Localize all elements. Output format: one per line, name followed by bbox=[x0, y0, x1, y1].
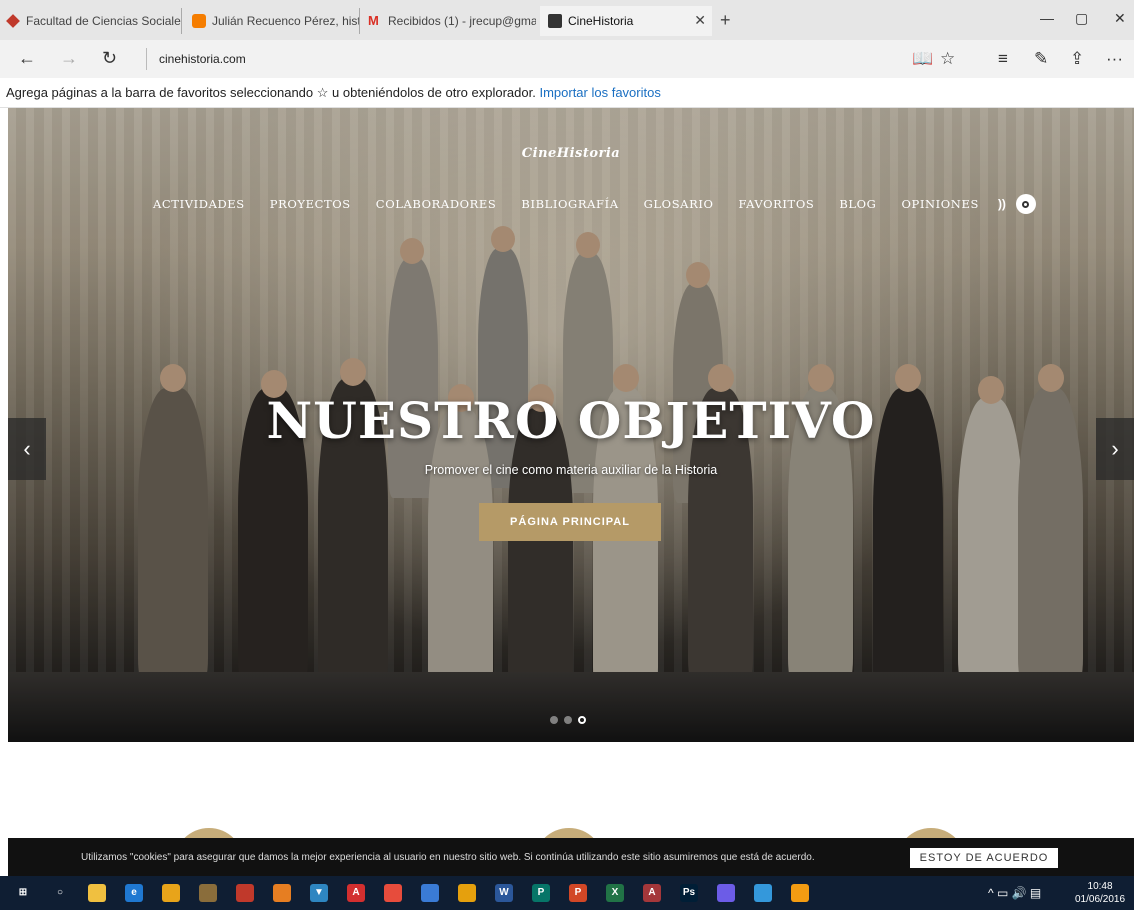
tab-label: Julián Recuenco Pérez, histc bbox=[212, 14, 360, 28]
import-favorites-link[interactable]: Importar los favoritos bbox=[539, 85, 660, 100]
menu-item-actividades[interactable]: ACTIVIDADES bbox=[153, 197, 245, 211]
restore-button[interactable]: ▢ bbox=[1075, 10, 1088, 27]
app-icon[interactable] bbox=[236, 884, 254, 902]
address-bar[interactable]: cinehistoria.com bbox=[146, 48, 886, 70]
cookie-text: Utilizamos "cookies" para asegurar que d… bbox=[81, 852, 815, 863]
minimize-button[interactable]: — bbox=[1040, 10, 1054, 26]
site-logo[interactable]: CineHistoria bbox=[8, 146, 1134, 161]
menu-item-bibliografia[interactable]: BIBLIOGRAFÍA bbox=[521, 197, 618, 211]
access-icon[interactable]: A bbox=[643, 884, 661, 902]
gmail-icon: M bbox=[368, 13, 379, 28]
clock[interactable]: 10:48 01/06/2016 bbox=[1075, 880, 1125, 906]
app-icon[interactable] bbox=[199, 884, 217, 902]
new-tab-button[interactable]: + bbox=[720, 10, 731, 31]
home-page-button[interactable]: PÁGINA PRINCIPAL bbox=[479, 503, 661, 541]
hero-subtitle: Promover el cine como materia auxiliar d… bbox=[424, 463, 718, 477]
tab-gmail[interactable]: M Recibidos (1) - jrecup@gma bbox=[368, 8, 536, 34]
hero-title: NUESTRO OBJETIVO bbox=[266, 391, 876, 450]
tab-strip: Facultad de Ciencias Sociale Julián Recu… bbox=[0, 0, 1134, 40]
favorite-star-icon[interactable]: ☆ bbox=[940, 49, 955, 69]
menu-item-colaboradores[interactable]: COLABORADORES bbox=[376, 197, 497, 211]
menu-item-proyectos[interactable]: PROYECTOS bbox=[270, 197, 351, 211]
reading-view-icon[interactable]: 📖 bbox=[912, 49, 933, 69]
windows-start-icon[interactable]: ⊞ bbox=[14, 884, 32, 902]
refresh-button[interactable]: ↻ bbox=[102, 48, 117, 69]
cookie-banner: Utilizamos "cookies" para asegurar que d… bbox=[8, 838, 1134, 876]
share-icon[interactable]: ⇪ bbox=[1070, 49, 1084, 69]
web-note-icon[interactable]: ✎ bbox=[1034, 49, 1048, 69]
app-icon[interactable] bbox=[273, 884, 291, 902]
edge-icon[interactable]: e bbox=[125, 884, 143, 902]
blogger-icon bbox=[192, 14, 206, 28]
close-window-button[interactable]: ✕ bbox=[1114, 10, 1126, 27]
favorites-bar-text: Agrega páginas a la barra de favoritos s… bbox=[6, 85, 536, 100]
tab-facultad[interactable]: Facultad de Ciencias Sociale bbox=[6, 8, 182, 34]
menu-item-opiniones[interactable]: OPINIONES bbox=[901, 197, 978, 211]
tab-label: CineHistoria bbox=[568, 14, 634, 28]
hub-icon[interactable]: ≡ bbox=[998, 49, 1008, 69]
system-tray[interactable]: ^ ▭ 🔊 ▤ bbox=[988, 886, 1041, 900]
rss-icon[interactable]: )) bbox=[998, 197, 1006, 211]
word-icon[interactable]: W bbox=[495, 884, 513, 902]
taskbar: ⊞ ○ e ▼ A W P P X A Ps ^ ▭ 🔊 ▤ 10:48 01/06/2016 bbox=[0, 876, 1134, 910]
slider-prev-button[interactable]: ‹ bbox=[8, 418, 46, 480]
slider-next-button[interactable]: › bbox=[1096, 418, 1134, 480]
app-icon[interactable] bbox=[421, 884, 439, 902]
excel-icon[interactable]: X bbox=[606, 884, 624, 902]
tab-blogger[interactable]: Julián Recuenco Pérez, histc bbox=[192, 8, 360, 34]
app-icon[interactable] bbox=[791, 884, 809, 902]
app-icon[interactable] bbox=[754, 884, 772, 902]
menu-item-blog[interactable]: BLOG bbox=[839, 197, 876, 211]
back-button[interactable]: ← bbox=[18, 48, 36, 69]
close-tab-icon[interactable]: ✕ bbox=[694, 12, 706, 29]
clock-date: 01/06/2016 bbox=[1075, 894, 1126, 905]
main-menu: ACTIVIDADES PROYECTOS COLABORADORES BIBL… bbox=[153, 194, 1036, 214]
hero-slider: CineHistoria ACTIVIDADES PROYECTOS COLAB… bbox=[8, 108, 1134, 742]
slider-dots bbox=[550, 716, 586, 724]
chrome-icon[interactable] bbox=[162, 884, 180, 902]
favorites-bar: Agrega páginas a la barra de favoritos s… bbox=[0, 78, 1134, 108]
more-icon[interactable]: ··· bbox=[1106, 49, 1123, 69]
cinehistoria-favicon-icon bbox=[548, 14, 562, 28]
tab-label: Recibidos (1) - jrecup@gma bbox=[388, 14, 536, 28]
file-explorer-icon[interactable] bbox=[88, 884, 106, 902]
powerpoint-icon[interactable]: P bbox=[569, 884, 587, 902]
photoshop-icon[interactable]: Ps bbox=[680, 884, 698, 902]
app-icon[interactable] bbox=[384, 884, 402, 902]
app-icon[interactable] bbox=[458, 884, 476, 902]
tab-cinehistoria[interactable]: CineHistoria ✕ bbox=[540, 6, 712, 36]
accept-cookies-button[interactable]: ESTOY DE ACUERDO bbox=[910, 848, 1058, 868]
slider-dot[interactable] bbox=[550, 716, 558, 724]
navigation-bar: ← → ↻ cinehistoria.com 📖 ☆ ≡ ✎ ⇪ ··· bbox=[0, 40, 1134, 78]
search-icon[interactable] bbox=[1015, 194, 1036, 214]
menu-item-favoritos[interactable]: FAVORITOS bbox=[739, 197, 815, 211]
diamond-favicon-icon bbox=[6, 14, 20, 28]
app-icon[interactable]: ▼ bbox=[310, 884, 328, 902]
menu-item-glosario[interactable]: GLOSARIO bbox=[644, 197, 714, 211]
publisher-icon[interactable]: P bbox=[532, 884, 550, 902]
slider-dot-active[interactable] bbox=[578, 716, 586, 724]
acrobat-icon[interactable]: A bbox=[347, 884, 365, 902]
slider-dot[interactable] bbox=[564, 716, 572, 724]
tab-label: Facultad de Ciencias Sociale bbox=[26, 14, 181, 28]
app-icon[interactable] bbox=[717, 884, 735, 902]
cortana-search-icon[interactable]: ○ bbox=[51, 884, 69, 902]
forward-button[interactable]: → bbox=[60, 48, 78, 69]
clock-time: 10:48 bbox=[1087, 881, 1113, 892]
